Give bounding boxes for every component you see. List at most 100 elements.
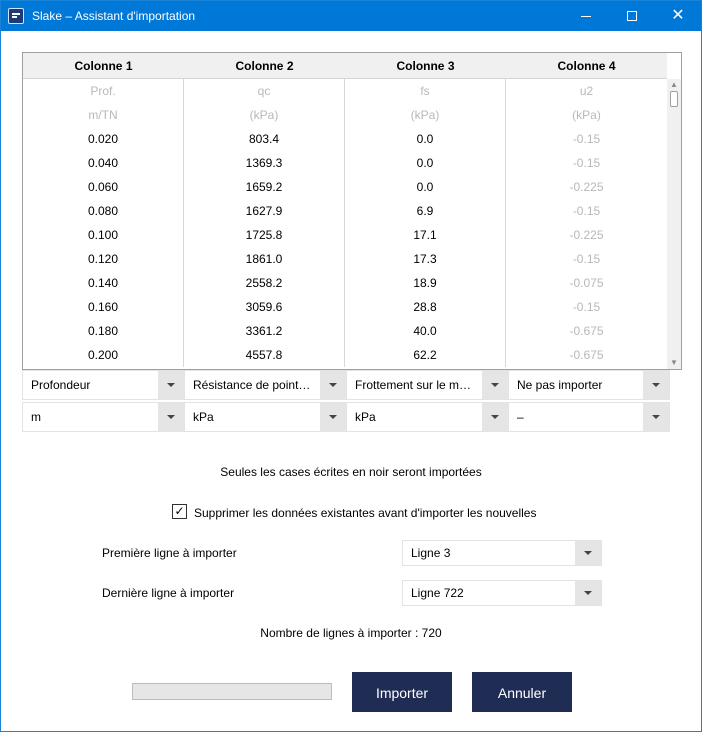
table-cell[interactable]: 4557.8 [184,343,345,367]
maximize-button[interactable] [609,1,655,31]
column-2-unit-select[interactable]: kPa [184,402,347,432]
close-button[interactable]: ✕ [655,1,701,31]
last-line-value: Ligne 722 [411,586,464,600]
table-body: Prof. qc fs u2 m/TN (kPa) (kPa) (kPa) 0.020 803.4… [23,79,667,369]
import-wizard-window: Slake – Assistant d'importation ✕ Colonn… [0,0,702,732]
table-cell[interactable]: 0.140 [23,271,184,295]
table-cell[interactable]: -0.15 [506,151,667,175]
chevron-down-icon[interactable] [158,403,184,431]
chevron-down-icon[interactable] [643,371,669,399]
last-line-select[interactable]: Ligne 722 [402,580,602,606]
table-row: 0.120 1861.0 17.3 -0.15 [23,247,667,271]
table-cell[interactable]: 17.1 [345,223,506,247]
table-cell[interactable]: -0.225 [506,223,667,247]
table-cell[interactable]: 40.0 [345,319,506,343]
table-cell[interactable]: fs [345,79,506,103]
table-cell[interactable]: -0.675 [506,319,667,343]
table-cell[interactable]: 2558.2 [184,271,345,295]
clear-data-label[interactable]: Supprimer les données existantes avant d… [194,506,536,520]
chevron-down-icon[interactable] [643,403,669,431]
table-cell[interactable]: 0.040 [23,151,184,175]
table-cell[interactable]: 803.4 [184,127,345,151]
column-4-unit-select[interactable]: – [508,402,670,432]
title-bar[interactable]: Slake – Assistant d'importation ✕ [1,1,701,31]
window-title: Slake – Assistant d'importation [32,9,196,23]
table-cell[interactable]: 18.9 [345,271,506,295]
progress-bar [132,683,332,700]
table-cell[interactable]: 0.0 [345,127,506,151]
table-cell[interactable]: 0.0 [345,151,506,175]
table-cell[interactable]: (kPa) [184,103,345,127]
column-header-1: Colonne 1 [74,59,133,73]
table-cell[interactable]: Prof. [23,79,184,103]
chevron-down-icon[interactable] [575,541,601,565]
table-row: 0.020 803.4 0.0 -0.15 [23,127,667,151]
table-header: Colonne 1 Colonne 2 Colonne 3 Colonne 4 [23,53,667,79]
table-cell[interactable]: 62.2 [345,343,506,367]
column-3-type-value: Frottement sur le m… [355,378,472,392]
table-cell[interactable]: 3059.6 [184,295,345,319]
import-button[interactable]: Importer [352,672,452,712]
table-cell[interactable]: 0.020 [23,127,184,151]
table-cell[interactable]: -0.15 [506,247,667,271]
table-cell[interactable]: -0.225 [506,175,667,199]
clear-data-checkbox[interactable]: ✓ [172,504,187,519]
maximize-icon [627,11,637,21]
table-cell[interactable]: -0.15 [506,127,667,151]
table-cell[interactable]: -0.15 [506,295,667,319]
column-2-type-select[interactable]: Résistance de point… [184,370,347,400]
chevron-down-icon[interactable] [575,581,601,605]
table-cell[interactable]: qc [184,79,345,103]
cancel-button[interactable]: Annuler [472,672,572,712]
chevron-down-icon[interactable] [158,371,184,399]
column-3-type-select[interactable]: Frottement sur le m… [346,370,509,400]
first-line-value: Ligne 3 [411,546,451,560]
table-cell[interactable]: 0.0 [345,175,506,199]
scroll-down-icon[interactable]: ▼ [667,357,681,369]
table-cell[interactable]: -0.075 [506,271,667,295]
table-cell[interactable]: 0.080 [23,199,184,223]
column-1-type-select[interactable]: Profondeur [22,370,185,400]
column-4-type-select[interactable]: Ne pas importer [508,370,670,400]
table-cell[interactable]: m/TN [23,103,184,127]
table-cell[interactable]: 1369.3 [184,151,345,175]
chevron-down-icon[interactable] [482,371,508,399]
table-cell[interactable]: 0.160 [23,295,184,319]
first-line-label: Première ligne à importer [102,546,237,560]
line-count-text: Nombre de lignes à importer : 720 [260,626,442,640]
table-cell[interactable]: 0.100 [23,223,184,247]
minimize-button[interactable] [563,1,609,31]
column-header-4: Colonne 4 [557,59,616,73]
column-1-type-value: Profondeur [31,378,91,392]
column-3-unit-select[interactable]: kPa [346,402,509,432]
table-cell[interactable]: 3361.2 [184,319,345,343]
table-cell[interactable]: 1725.8 [184,223,345,247]
first-line-select[interactable]: Ligne 3 [402,540,602,566]
table-row: 0.160 3059.6 28.8 -0.15 [23,295,667,319]
table-cell[interactable]: 1659.2 [184,175,345,199]
table-cell[interactable]: 17.3 [345,247,506,271]
table-cell[interactable]: 6.9 [345,199,506,223]
table-cell[interactable]: 0.180 [23,319,184,343]
chevron-down-icon[interactable] [320,403,346,431]
scrollbar-thumb[interactable] [670,91,678,107]
table-cell[interactable]: u2 [506,79,667,103]
column-1-unit-select[interactable]: m [22,402,185,432]
chevron-down-icon[interactable] [320,371,346,399]
table-scrollbar[interactable]: ▲ ▼ [667,79,681,369]
table-row: 0.040 1369.3 0.0 -0.15 [23,151,667,175]
data-preview-table[interactable]: Colonne 1 Colonne 2 Colonne 3 Colonne 4 … [22,52,682,370]
table-cell[interactable]: (kPa) [506,103,667,127]
table-cell[interactable]: -0.675 [506,343,667,367]
table-cell[interactable]: 1627.9 [184,199,345,223]
scroll-up-icon[interactable]: ▲ [667,79,681,91]
table-cell[interactable]: -0.15 [506,199,667,223]
table-cell[interactable]: (kPa) [345,103,506,127]
column-2-unit-value: kPa [193,410,214,424]
table-cell[interactable]: 1861.0 [184,247,345,271]
table-cell[interactable]: 28.8 [345,295,506,319]
table-cell[interactable]: 0.060 [23,175,184,199]
table-cell[interactable]: 0.200 [23,343,184,367]
chevron-down-icon[interactable] [482,403,508,431]
table-cell[interactable]: 0.120 [23,247,184,271]
